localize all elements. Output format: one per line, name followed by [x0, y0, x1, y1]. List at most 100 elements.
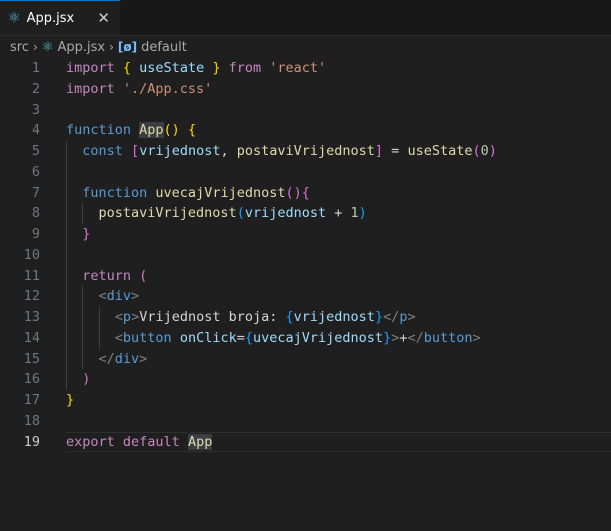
code-token: useState: [131, 60, 213, 76]
code-line[interactable]: 7 function uvecajVrijednost(){: [0, 182, 611, 204]
code-token: ): [358, 205, 367, 222]
code-line[interactable]: 19 export default App: [0, 432, 611, 453]
code-token: postaviVrijednost: [98, 205, 237, 222]
code-line[interactable]: 6: [0, 161, 611, 183]
indent-guide: [66, 224, 67, 245]
code-line[interactable]: 1 import { useState } from 'react': [0, 58, 611, 79]
code-token: export: [66, 433, 123, 450]
code-token: {: [187, 122, 197, 139]
code-text: [66, 244, 611, 266]
code-token: </: [383, 309, 400, 325]
code-text: function App() {: [66, 120, 611, 141]
code-token: div: [106, 288, 132, 305]
indent-guide: [66, 203, 67, 224]
code-token: import: [66, 60, 123, 76]
indent-guide: [66, 244, 67, 266]
code-text: import { useState } from 'react': [66, 58, 611, 79]
indent-guide: [82, 286, 84, 307]
line-number: 15: [23, 350, 40, 367]
code-token: }: [82, 226, 91, 242]
code-token: from: [220, 60, 270, 76]
code-token: ,: [220, 143, 237, 159]
code-token: {: [122, 60, 132, 76]
indent-guide: [66, 182, 67, 204]
indent-guide: [98, 307, 100, 328]
line-number: 2: [31, 80, 40, 97]
code-token: </: [98, 350, 115, 367]
code-token: vrijednost: [244, 205, 327, 222]
code-token: (: [472, 143, 481, 159]
code-line[interactable]: 18: [0, 411, 611, 432]
code-token: default: [122, 433, 188, 450]
line-number: 3: [31, 101, 40, 118]
code-token: p: [122, 309, 132, 325]
breadcrumb: src › ⚛ App.jsx › [ø] default: [0, 36, 611, 58]
code-line[interactable]: 9 }: [0, 224, 611, 245]
code-token: uvecajVrijednost: [155, 184, 286, 201]
code-line[interactable]: 3: [0, 100, 611, 121]
breadcrumb-file[interactable]: App.jsx: [57, 40, 105, 55]
code-line[interactable]: 10: [0, 244, 611, 266]
symbol-icon: [ø]: [117, 40, 138, 54]
code-token: const: [82, 143, 132, 159]
indent-guide: [82, 203, 84, 224]
react-file-icon: ⚛: [8, 10, 21, 26]
line-number: 14: [23, 329, 40, 346]
line-number: 8: [31, 205, 40, 222]
code-token: 'react': [269, 60, 327, 76]
line-number: 19: [23, 433, 40, 450]
code-token: vrijednost: [139, 143, 221, 159]
code-text: <div>: [66, 286, 611, 307]
code-line[interactable]: 17}: [0, 390, 611, 411]
code-line[interactable]: 8 postaviVrijednost(vrijednost + 1): [0, 203, 611, 224]
indent-guide: [82, 327, 84, 349]
code-token: ): [82, 371, 91, 388]
code-token: +: [326, 205, 351, 222]
code-token: ): [488, 143, 497, 159]
react-file-icon: ⚛: [41, 39, 54, 55]
indent-guide: [66, 286, 67, 307]
breadcrumb-symbol[interactable]: default: [141, 40, 187, 55]
code-line[interactable]: 12 <div>: [0, 286, 611, 307]
code-token: (): [285, 184, 302, 201]
code-line[interactable]: 11 return (: [0, 265, 611, 287]
code-token: </: [407, 329, 424, 346]
code-token: =: [236, 329, 245, 346]
close-icon[interactable]: ✕: [97, 9, 110, 27]
code-token: [: [131, 143, 140, 159]
code-token: App: [187, 433, 213, 450]
code-text: return (: [66, 265, 611, 287]
code-token: }: [66, 392, 75, 408]
indent-guide: [66, 265, 67, 287]
line-number: 11: [23, 267, 40, 284]
code-line[interactable]: 13 <p>Vrijednost broja: {vrijednost}</p>: [0, 307, 611, 328]
code-token: div: [114, 350, 140, 367]
code-text: postaviVrijednost(vrijednost + 1): [66, 203, 611, 224]
code-line[interactable]: 2 import './App.css': [0, 79, 611, 100]
breadcrumb-folder[interactable]: src: [10, 40, 29, 55]
line-number: 16: [23, 371, 40, 388]
code-token: button: [122, 329, 180, 346]
indent-guide: [66, 327, 67, 349]
indent-guide: [82, 348, 84, 370]
line-number: 7: [31, 184, 40, 201]
code-line[interactable]: 16 ): [0, 369, 611, 390]
code-token: >: [407, 309, 416, 325]
code-text: <button onClick={uvecajVrijednost}>+</bu…: [66, 327, 611, 349]
code-line[interactable]: 4 function App() {: [0, 120, 611, 141]
code-token: >: [139, 350, 148, 367]
tab-app-jsx[interactable]: ⚛ App.jsx ✕: [0, 0, 120, 35]
code-line[interactable]: 14 <button onClick={uvecajVrijednost}>+<…: [0, 327, 611, 349]
code-line[interactable]: 5 const [vrijednost, postaviVrijednost] …: [0, 141, 611, 162]
code-line[interactable]: 15 </div>: [0, 348, 611, 370]
code-token: }: [383, 329, 392, 346]
code-editor[interactable]: 1 import { useState } from 'react' 2 import…: [0, 58, 611, 452]
